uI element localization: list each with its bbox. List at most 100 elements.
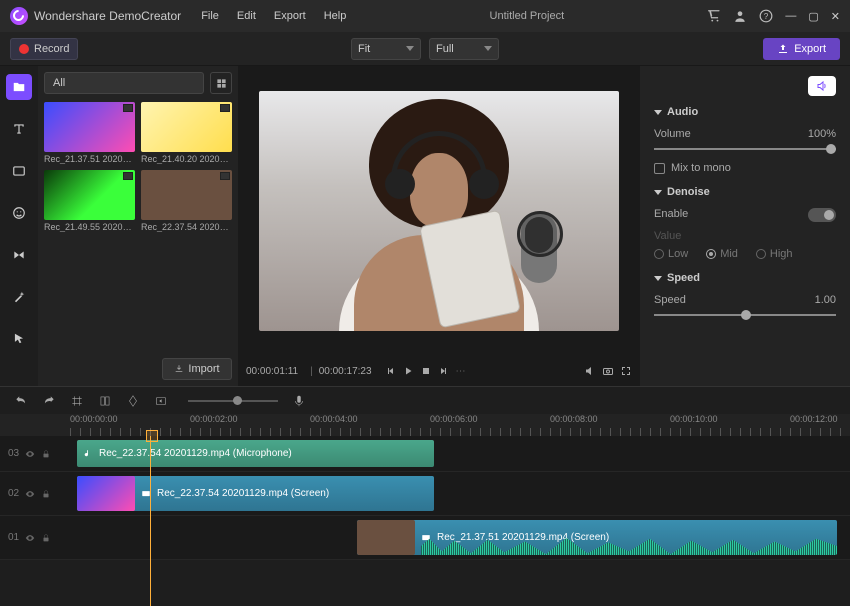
cursor-button[interactable] bbox=[6, 326, 32, 352]
menu-file[interactable]: File bbox=[201, 10, 219, 22]
cart-icon[interactable] bbox=[707, 9, 721, 23]
speed-section-header[interactable]: Speed bbox=[654, 272, 836, 284]
volume-slider[interactable] bbox=[654, 148, 836, 150]
slider-knob[interactable] bbox=[233, 396, 242, 405]
chevron-down-icon bbox=[406, 46, 414, 51]
media-clip[interactable]: Rec_21.37.51 2020… bbox=[44, 102, 135, 164]
visibility-icon[interactable] bbox=[25, 489, 35, 499]
thumbnail-image bbox=[44, 102, 135, 152]
checkbox-icon bbox=[654, 163, 665, 174]
slider-knob[interactable] bbox=[826, 144, 836, 154]
timeline-clip-screen[interactable]: Rec_21.37.51 20201129.mp4 (Screen) bbox=[357, 520, 837, 555]
volume-icon[interactable] bbox=[584, 365, 596, 377]
lock-icon[interactable] bbox=[41, 449, 51, 459]
volume-value: 100% bbox=[808, 128, 836, 140]
clip-label: Rec_21.37.51 2020… bbox=[44, 154, 135, 164]
app-logo-icon bbox=[10, 7, 28, 25]
clip-label: Rec_21.49.55 2020… bbox=[44, 222, 135, 232]
undo-icon[interactable] bbox=[14, 394, 28, 408]
media-browser: All Rec_21.37.51 2020… Rec_21.40.20 2020… bbox=[38, 66, 238, 386]
visibility-icon[interactable] bbox=[25, 449, 35, 459]
window-minimize-button[interactable]: — bbox=[785, 10, 796, 22]
denoise-high-radio[interactable]: High bbox=[756, 248, 793, 260]
track-row: 03 Rec_22.37.54 20201129.mp4 (Microphone… bbox=[0, 436, 850, 472]
slider-knob[interactable] bbox=[741, 310, 751, 320]
lock-icon[interactable] bbox=[41, 533, 51, 543]
media-filter-dropdown[interactable]: All bbox=[44, 72, 204, 94]
transitions-button[interactable] bbox=[6, 242, 32, 268]
redo-icon[interactable] bbox=[42, 394, 56, 408]
menu-edit[interactable]: Edit bbox=[237, 10, 256, 22]
thumbnail-image bbox=[141, 102, 232, 152]
import-label: Import bbox=[188, 363, 219, 375]
denoise-title: Denoise bbox=[667, 186, 710, 198]
mix-to-mono-checkbox[interactable]: Mix to mono bbox=[654, 162, 836, 174]
user-icon[interactable] bbox=[733, 9, 747, 23]
captions-button[interactable] bbox=[6, 158, 32, 184]
speed-icon[interactable] bbox=[154, 394, 168, 408]
timeline-clip-audio[interactable]: Rec_22.37.54 20201129.mp4 (Microphone) bbox=[77, 440, 434, 467]
text-icon bbox=[12, 122, 26, 136]
help-icon[interactable]: ? bbox=[759, 9, 773, 23]
fit-dropdown[interactable]: Fit bbox=[351, 38, 421, 60]
clip-label: Rec_21.40.20 2020… bbox=[141, 154, 232, 164]
clip-label: Rec_22.37.54 2020… bbox=[141, 222, 232, 232]
full-dropdown-label: Full bbox=[436, 43, 454, 55]
export-button[interactable]: Export bbox=[763, 38, 840, 60]
grid-view-button[interactable] bbox=[210, 72, 232, 94]
denoise-low-radio[interactable]: Low bbox=[654, 248, 688, 260]
stickers-button[interactable] bbox=[6, 200, 32, 226]
menu-export[interactable]: Export bbox=[274, 10, 306, 22]
media-clip[interactable]: Rec_21.40.20 2020… bbox=[141, 102, 232, 164]
export-icon bbox=[777, 43, 789, 55]
window-maximize-button[interactable]: ▢ bbox=[808, 10, 818, 23]
denoise-mid-radio[interactable]: Mid bbox=[706, 248, 738, 260]
timeline-ruler[interactable]: 00:00:00:00 00:00:02:00 00:00:04:00 00:0… bbox=[0, 414, 850, 436]
marker-icon[interactable] bbox=[126, 394, 140, 408]
skip-forward-icon[interactable] bbox=[438, 365, 450, 377]
speed-slider[interactable] bbox=[654, 314, 836, 316]
camera-icon bbox=[123, 172, 133, 180]
play-icon[interactable] bbox=[402, 365, 414, 377]
mic-icon[interactable] bbox=[292, 394, 306, 408]
track-row: 01 Rec_21.37.51 20201129.mp4 (Screen) bbox=[0, 516, 850, 560]
time-current: 00:00:01:11 bbox=[246, 366, 298, 377]
media-library-button[interactable] bbox=[6, 74, 32, 100]
folder-icon bbox=[12, 80, 26, 94]
speed-value: 1.00 bbox=[815, 294, 836, 306]
record-button[interactable]: Record bbox=[10, 38, 78, 60]
speed-label: Speed bbox=[654, 294, 686, 306]
chevron-down-icon bbox=[654, 190, 662, 195]
playhead[interactable] bbox=[150, 436, 151, 606]
media-clip[interactable]: Rec_21.49.55 2020… bbox=[44, 170, 135, 232]
skip-back-icon[interactable] bbox=[384, 365, 396, 377]
denoise-toggle[interactable] bbox=[808, 208, 836, 222]
music-note-icon bbox=[83, 449, 93, 459]
full-dropdown[interactable]: Full bbox=[429, 38, 499, 60]
zoom-slider[interactable] bbox=[188, 400, 278, 402]
timeline-clip-screen[interactable]: Rec_22.37.54 20201129.mp4 (Screen) bbox=[77, 476, 434, 511]
import-button[interactable]: Import bbox=[162, 358, 232, 380]
media-clip[interactable]: Rec_22.37.54 2020… bbox=[141, 170, 232, 232]
crop-icon[interactable] bbox=[98, 394, 112, 408]
preview-panel: 00:00:01:11 | 00:00:17:23 ⋯ bbox=[238, 66, 640, 386]
mix-mono-label: Mix to mono bbox=[671, 162, 731, 174]
clip-thumbnail bbox=[77, 476, 135, 511]
audio-section-header[interactable]: Audio bbox=[654, 106, 836, 118]
text-tool-button[interactable] bbox=[6, 116, 32, 142]
audio-tab-button[interactable] bbox=[808, 76, 836, 96]
menu-help[interactable]: Help bbox=[324, 10, 347, 22]
fullscreen-icon[interactable] bbox=[620, 365, 632, 377]
split-icon[interactable] bbox=[70, 394, 84, 408]
window-close-button[interactable]: ✕ bbox=[831, 10, 840, 23]
visibility-icon[interactable] bbox=[25, 533, 35, 543]
denoise-section-header[interactable]: Denoise bbox=[654, 186, 836, 198]
preview-screen[interactable] bbox=[259, 91, 619, 331]
title-bar: Wondershare DemoCreator File Edit Export… bbox=[0, 0, 850, 32]
chevron-down-icon bbox=[654, 276, 662, 281]
stop-icon[interactable] bbox=[420, 365, 432, 377]
lock-icon[interactable] bbox=[41, 489, 51, 499]
snapshot-icon[interactable] bbox=[602, 365, 614, 377]
effects-button[interactable] bbox=[6, 284, 32, 310]
preview-controls: 00:00:01:11 | 00:00:17:23 ⋯ bbox=[238, 356, 640, 386]
